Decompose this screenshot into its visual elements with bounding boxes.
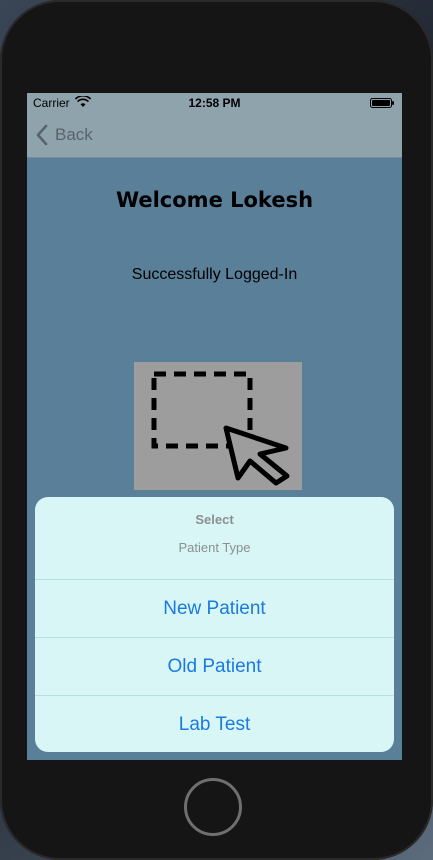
action-sheet-title: Select — [195, 512, 234, 527]
app-screen: Carrier 12:58 PM Back Welcome Lokesh Suc… — [27, 93, 402, 760]
action-sheet-message: Patient Type — [178, 540, 251, 555]
old-patient-button[interactable]: Old Patient — [35, 637, 394, 695]
patient-type-action-sheet: Select Patient Type New Patient Old Pati… — [35, 497, 394, 752]
lab-test-button[interactable]: Lab Test — [35, 695, 394, 752]
home-button[interactable] — [184, 778, 242, 836]
device-frame: Carrier 12:58 PM Back Welcome Lokesh Suc… — [0, 0, 433, 860]
new-patient-button[interactable]: New Patient — [35, 580, 394, 637]
action-sheet-header: Select Patient Type — [35, 497, 394, 580]
